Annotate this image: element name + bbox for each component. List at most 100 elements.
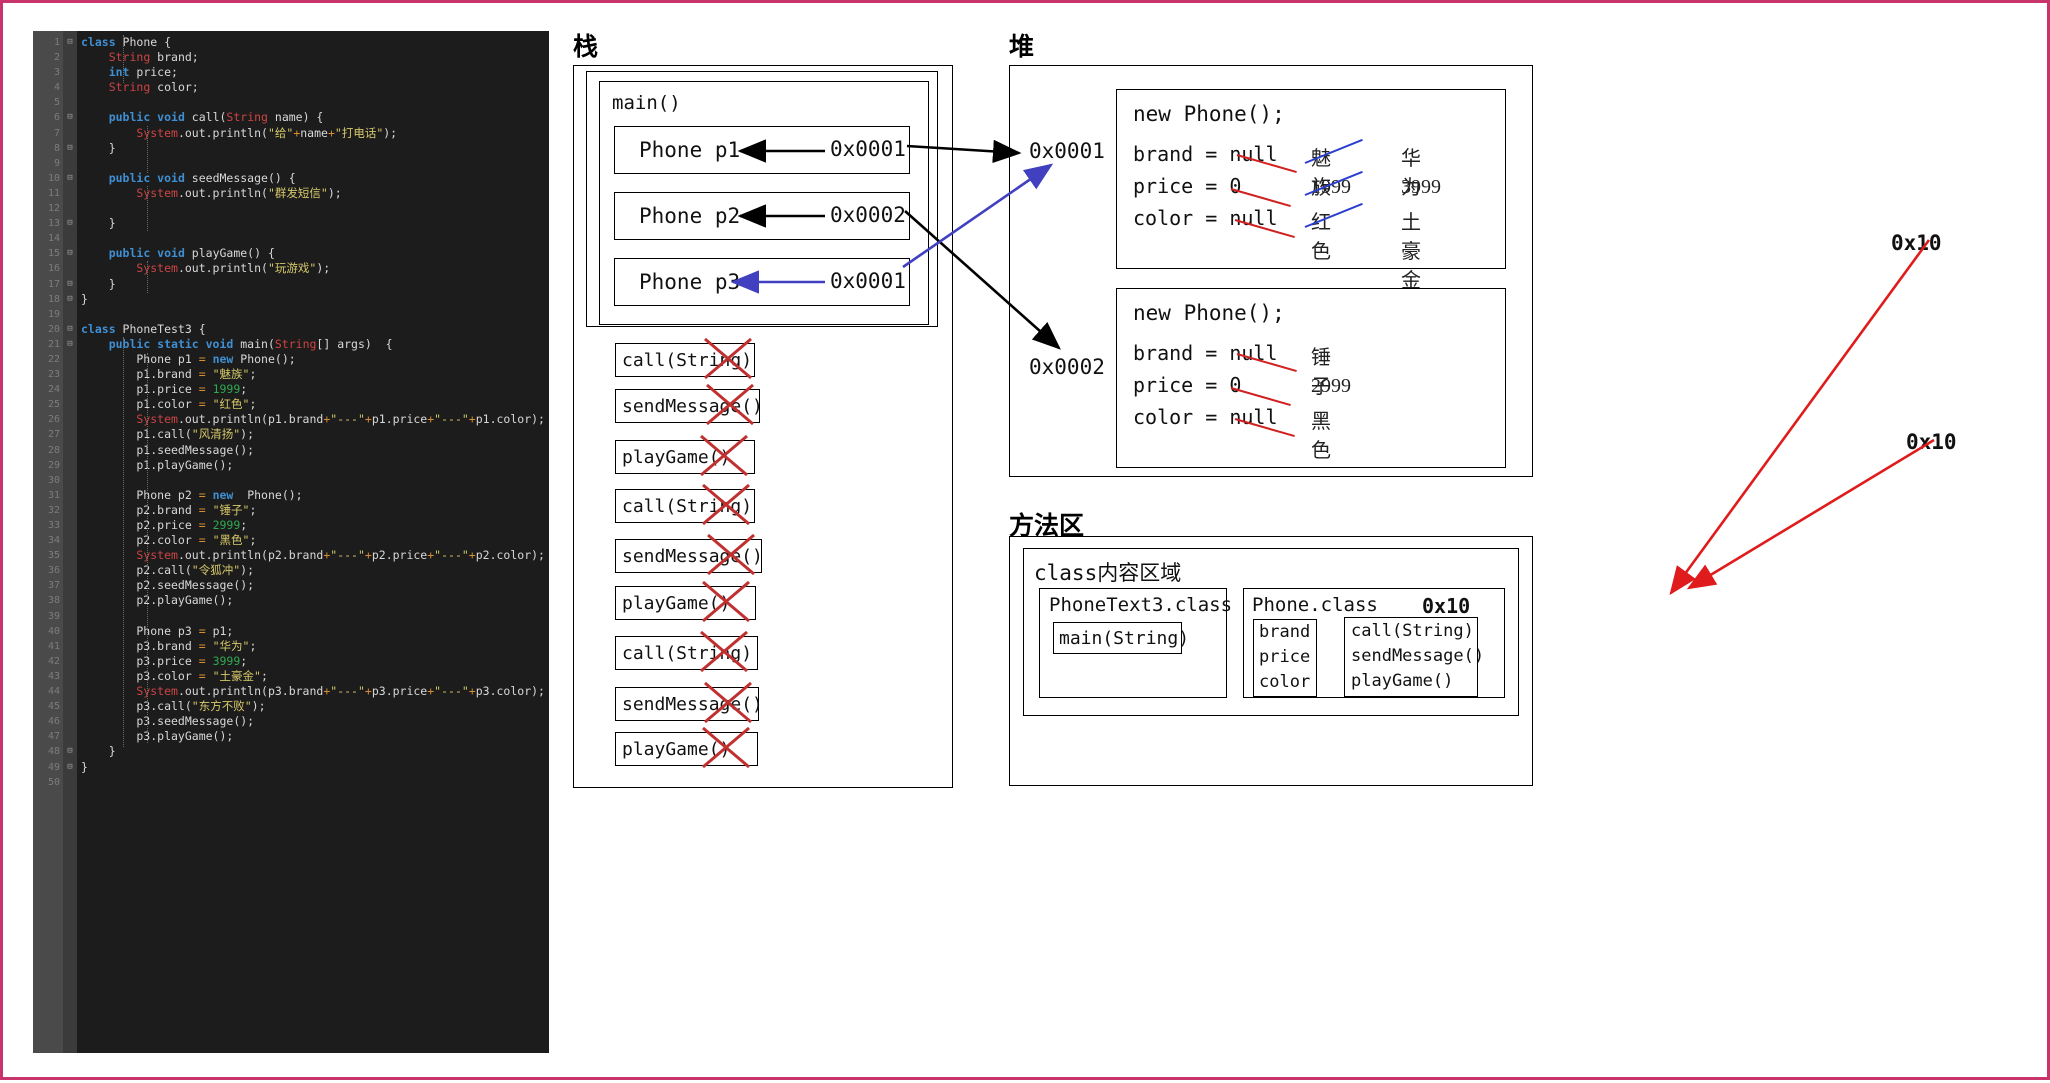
indent-guide [147,261,148,293]
code-line[interactable]: p3.color = "土豪金"; [81,669,549,684]
code-editor-panel[interactable]: 1 2 3 4 5 6 7 8 9 10 11 12 13 14 15 16 17 18 19 20 21 22 23 24 2… [33,31,549,1053]
code-line[interactable]: p2.color = "黑色"; [81,533,549,548]
code-line[interactable]: System.out.println(p3.brand+"---"+p3.pri… [81,684,549,699]
code-line[interactable]: p2.playGame(); [81,593,549,608]
code-line[interactable]: p1.color = "红色"; [81,397,549,412]
stack-call-box[interactable]: call(String) [615,489,755,523]
line-number: 17 [47,278,60,290]
code-line[interactable]: p1.call("风清扬"); [81,427,549,442]
fold-marker-icon[interactable]: ⊟ [63,744,77,759]
code-line[interactable]: System.out.println(p1.brand+"---"+p1.pri… [81,412,549,427]
stack-call-label: sendMessage() [622,693,763,715]
fold-marker-icon[interactable]: ⊟ [63,322,77,337]
stack-call-box[interactable]: call(String) [615,343,755,377]
code-line[interactable]: } [81,744,549,759]
code-line[interactable]: p2.brand = "锤子"; [81,503,549,518]
code-line[interactable] [81,95,549,110]
code-line[interactable]: public void call(String name) { [81,110,549,125]
fold-marker-icon[interactable]: ⊟ [63,216,77,231]
indent-guide [147,186,148,231]
code-line[interactable]: p1.brand = "魅族"; [81,367,549,382]
code-line[interactable]: } [81,141,549,156]
code-fold-column[interactable]: ⊟ ⊟ ⊟ ⊟ ⊟ ⊟ ⊟ ⊟ ⊟ ⊟ ⊟ ⊟ [63,31,77,1053]
code-line[interactable]: public void playGame() { [81,246,549,261]
heap-field-name: price = [1133,174,1230,198]
fold-marker-icon[interactable]: ⊟ [63,110,77,125]
code-line[interactable]: Phone p1 = new Phone(); [81,352,549,367]
class-field-label: price [1259,647,1311,667]
code-line[interactable]: p3.seedMessage(); [81,714,549,729]
fold-marker-icon[interactable]: ⊟ [63,246,77,261]
code-line[interactable]: String brand; [81,50,549,65]
code-line[interactable]: p1.playGame(); [81,458,549,473]
fold-marker-icon[interactable]: ⊟ [63,35,77,50]
line-number: 45 [47,701,60,713]
code-line[interactable]: p1.price = 1999; [81,382,549,397]
code-line[interactable]: String color; [81,80,549,95]
code-line[interactable]: System.out.println("群发短信"); [81,186,549,201]
code-line[interactable]: class PhoneTest3 { [81,322,549,337]
code-line[interactable]: System.out.println("给"+name+"打电话"); [81,126,549,141]
fold-marker-icon[interactable]: ⊟ [63,277,77,292]
code-line[interactable]: class Phone { [81,35,549,50]
code-line[interactable]: System.out.println("玩游戏"); [81,261,549,276]
line-number: 38 [47,595,60,607]
heap-object-1: new Phone(); brand = null 魅族 华为 price = … [1116,89,1506,292]
stack-call-box[interactable]: call(String) [615,636,758,670]
fold-marker-icon[interactable]: ⊟ [63,171,77,186]
line-number: 44 [47,686,60,698]
fold-marker-icon[interactable]: ⊟ [63,292,77,307]
line-number: 36 [47,565,60,577]
code-line[interactable]: public static void main(String[] args) { [81,337,549,352]
line-number: 27 [47,429,60,441]
code-line[interactable]: } [81,277,549,292]
fold-marker-icon[interactable]: ⊟ [63,141,77,156]
code-line[interactable] [81,231,549,246]
code-line[interactable]: public void seedMessage() { [81,171,549,186]
line-number: 16 [47,263,60,275]
line-number: 10 [47,172,60,184]
heap-field-initial: 0 [1229,373,1242,397]
code-line[interactable]: p1.seedMessage(); [81,443,549,458]
fold-marker-icon[interactable]: ⊟ [63,337,77,352]
line-number: 1 [53,37,60,48]
stack-call-box[interactable]: playGame() [615,586,756,620]
code-line[interactable] [81,201,549,216]
code-line[interactable]: p3.call("东方不败"); [81,699,549,714]
code-line[interactable]: p3.price = 3999; [81,654,549,669]
code-line[interactable] [81,156,549,171]
code-line[interactable] [81,609,549,624]
code-line[interactable]: p2.call("令狐冲"); [81,563,549,578]
code-line[interactable]: Phone p2 = new Phone(); [81,488,549,503]
code-line[interactable] [81,307,549,322]
stack-call-box[interactable]: sendMessage() [615,539,763,573]
code-line[interactable]: System.out.println(p2.brand+"---"+p2.pri… [81,548,549,563]
fold-marker-icon[interactable]: ⊟ [63,760,77,775]
code-text-area[interactable]: class Phone { String brand; int price; S… [77,31,549,1053]
code-line[interactable]: int price; [81,65,549,80]
code-line[interactable]: } [81,292,549,307]
code-line[interactable]: } [81,760,549,775]
stack-call-box[interactable]: sendMessage() [615,687,763,721]
stack-call-box[interactable]: playGame() [615,440,755,474]
code-line[interactable]: } [81,216,549,231]
line-number: 4 [53,82,60,94]
stack-call-box[interactable]: sendMessage() [615,389,763,423]
code-line[interactable]: Phone p3 = p1; [81,624,549,639]
stack-call-box[interactable]: playGame() [615,732,758,766]
heap-object-2: new Phone(); brand = null 锤子 price = 0 2… [1116,288,1506,468]
arrow-0x10-bottom-to-phone-class [1686,438,1935,590]
code-line[interactable] [81,775,549,790]
code-line[interactable] [81,473,549,488]
code-line[interactable]: p3.brand = "华为"; [81,639,549,654]
code-line[interactable]: p3.playGame(); [81,729,549,744]
code-line[interactable]: p2.seedMessage(); [81,578,549,593]
code-line[interactable]: p2.price = 2999; [81,518,549,533]
